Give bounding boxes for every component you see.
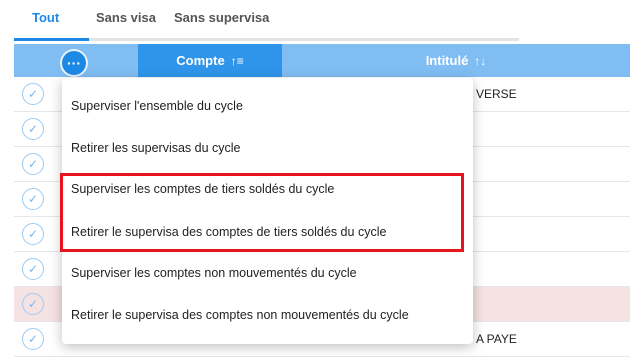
check-circle-icon[interactable]: ✓	[22, 153, 44, 175]
check-circle-icon[interactable]: ✓	[22, 188, 44, 210]
highlight-box	[60, 173, 464, 252]
tab-bar: Tout Sans visa Sans supervisa	[14, 0, 519, 41]
menu-item-superviser-non-mouvementes[interactable]: Superviser les comptes non mouvementés d…	[71, 266, 357, 280]
check-circle-icon[interactable]: ✓	[22, 223, 44, 245]
active-tab-indicator	[14, 38, 89, 41]
column-label-compte: Compte	[176, 53, 225, 68]
more-icon: ···	[67, 55, 81, 71]
tab-sans-visa[interactable]: Sans visa	[96, 10, 156, 25]
check-circle-icon[interactable]: ✓	[22, 258, 44, 280]
row-intitule: A PAYE	[476, 332, 517, 346]
check-circle-icon[interactable]: ✓	[22, 293, 44, 315]
check-circle-icon[interactable]: ✓	[22, 118, 44, 140]
tab-tout[interactable]: Tout	[32, 10, 59, 25]
tab-sans-supervisa[interactable]: Sans supervisa	[174, 10, 269, 25]
menu-item-retirer-non-mouvementes[interactable]: Retirer le supervisa des comptes non mou…	[71, 308, 409, 322]
menu-item-retirer-supervisas[interactable]: Retirer les supervisas du cycle	[71, 141, 241, 155]
menu-item-superviser-ensemble[interactable]: Superviser l'ensemble du cycle	[71, 99, 243, 113]
sort-icon[interactable]: ↑↓	[474, 54, 486, 68]
check-circle-icon[interactable]: ✓	[22, 328, 44, 350]
table-header: Compte ↑≡ Intitulé ↑↓	[14, 44, 630, 77]
column-label-intitule: Intitulé	[425, 53, 469, 68]
more-options-button[interactable]: ···	[62, 51, 86, 75]
row-intitule: VERSE	[476, 87, 517, 101]
column-header-intitule[interactable]: Intitulé ↑↓	[282, 44, 630, 77]
sort-filter-icon[interactable]: ↑≡	[231, 54, 244, 68]
tab-track	[89, 38, 519, 41]
column-header-compte[interactable]: Compte ↑≡	[138, 44, 282, 77]
check-circle-icon[interactable]: ✓	[22, 83, 44, 105]
